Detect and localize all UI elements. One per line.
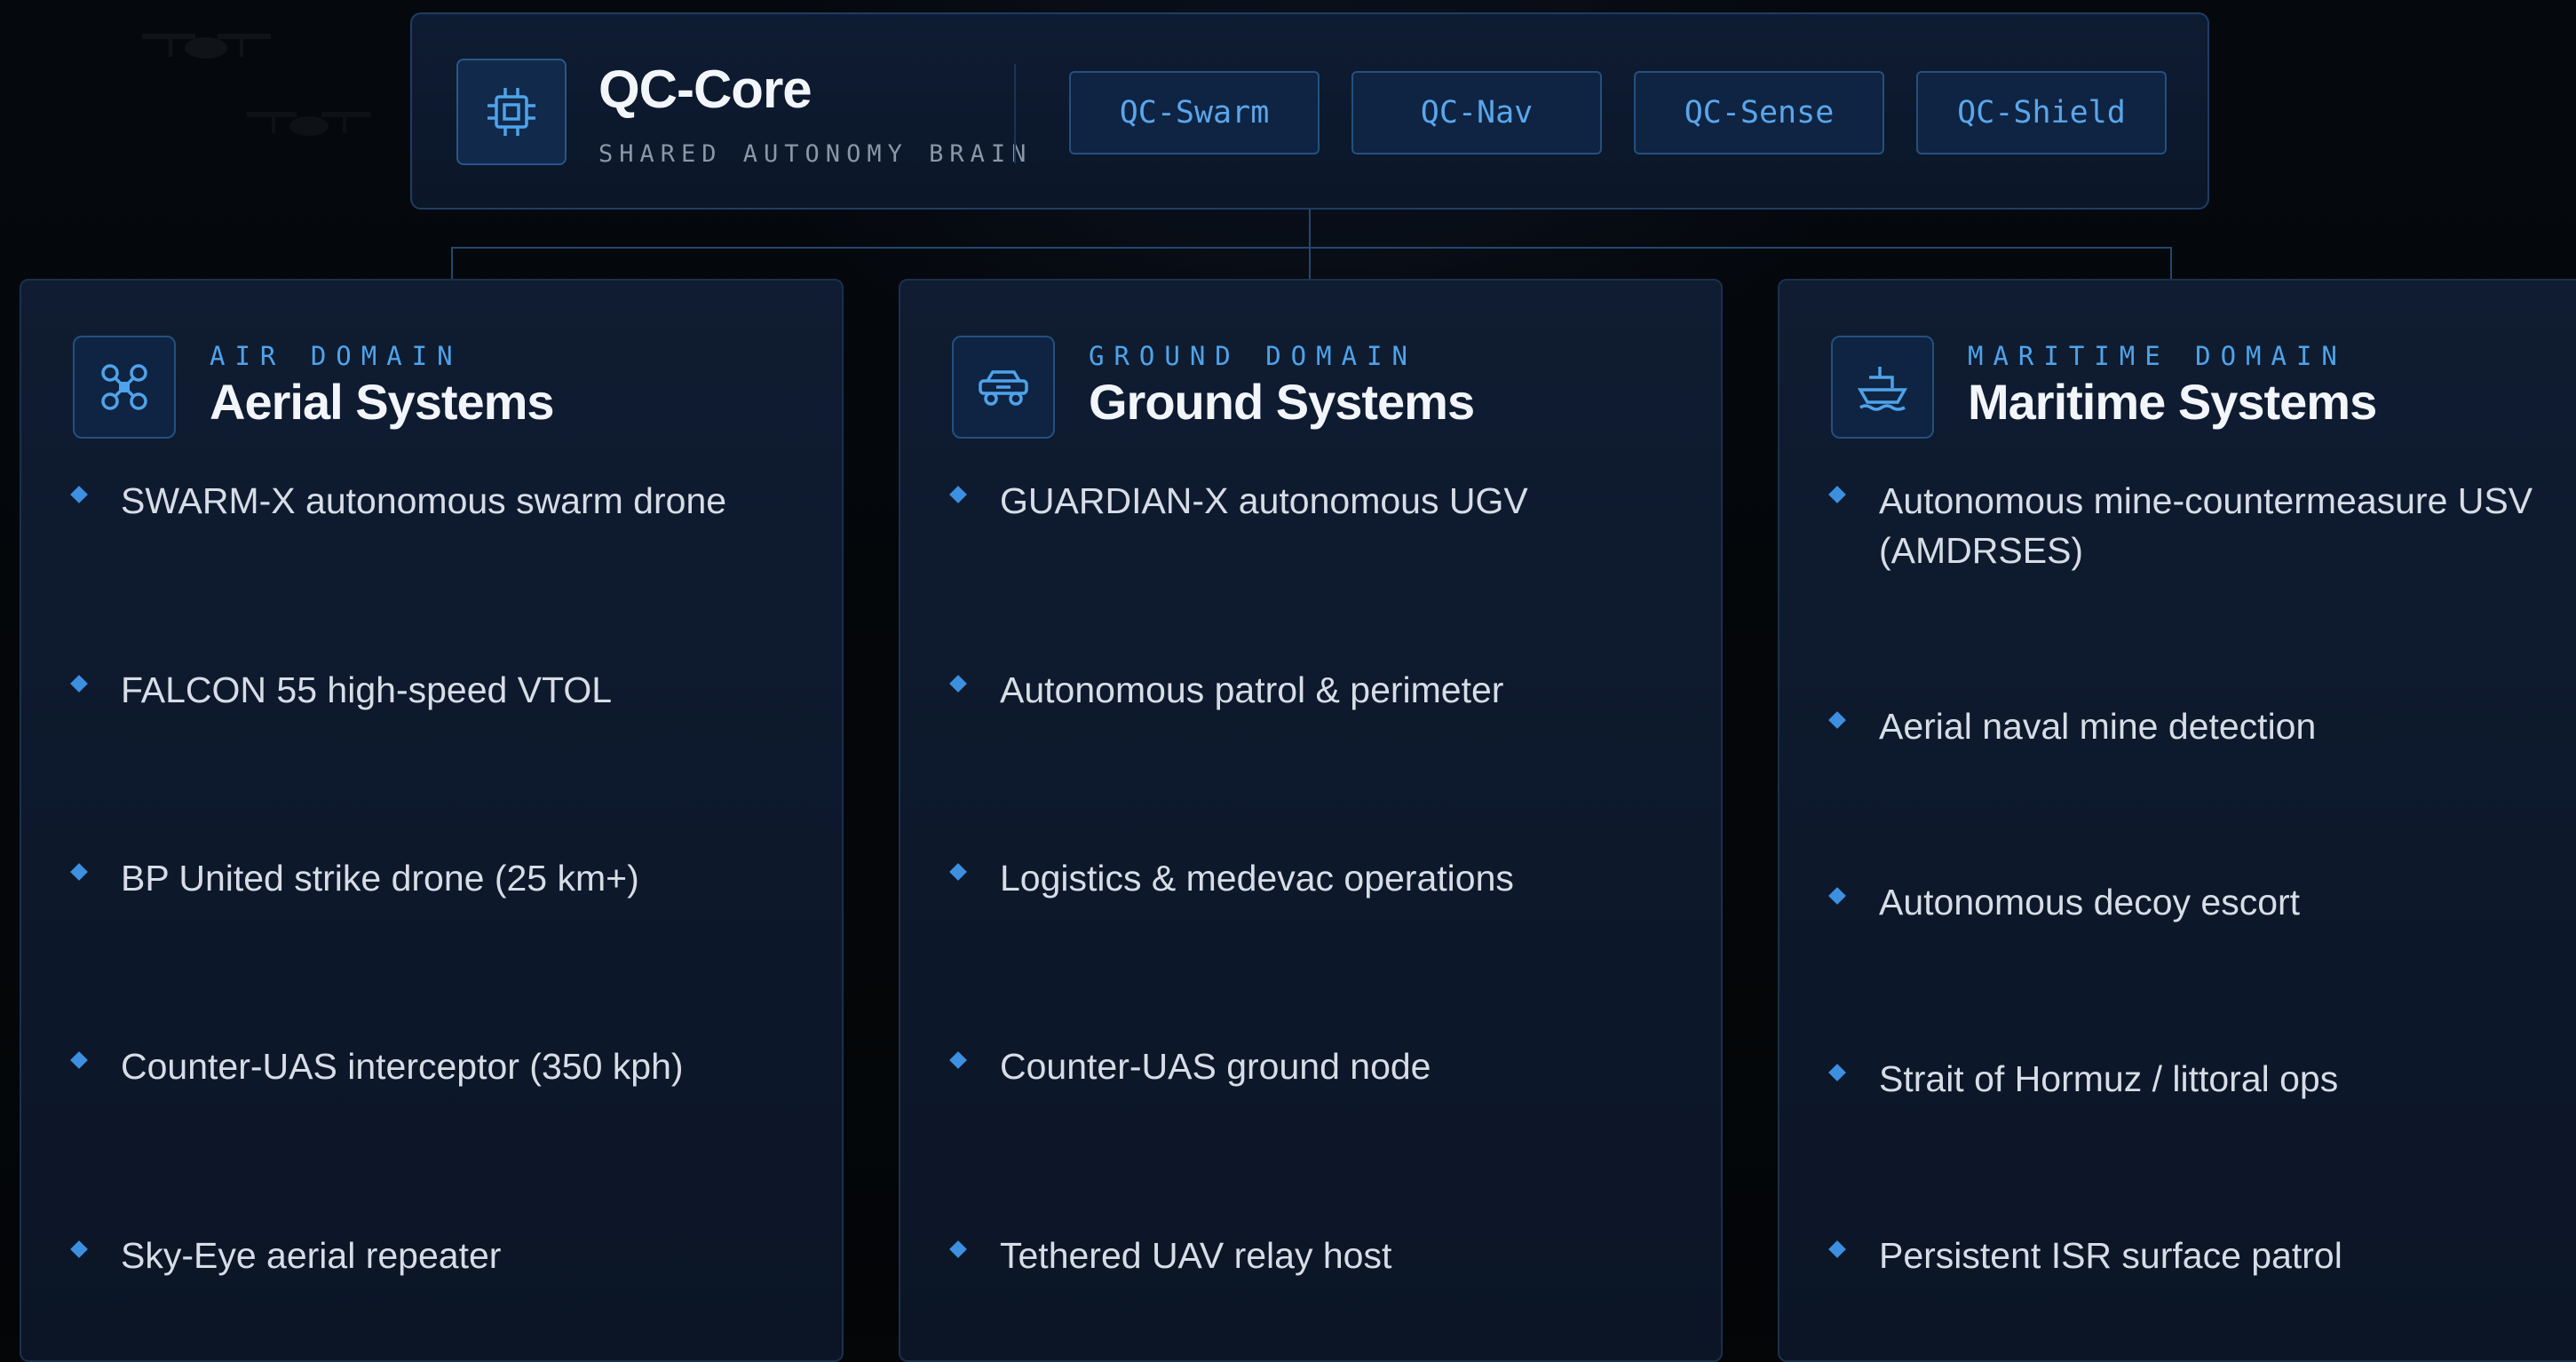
connector-trunk [1309, 210, 1311, 279]
list-item-text: GUARDIAN-X autonomous UGV [1000, 480, 1528, 521]
list-item-text: Logistics & medevac operations [1000, 858, 1514, 899]
module-chip-qc-nav[interactable]: QC-Nav [1351, 71, 1602, 154]
list-item: Persistent ISR surface patrol [1828, 1231, 2541, 1280]
list-item: Counter-UAS interceptor (350 kph) [70, 1041, 801, 1091]
background-drone-icon [142, 34, 271, 59]
list-item: GUARDIAN-X autonomous UGV [949, 476, 1680, 526]
ship-icon [1831, 336, 1934, 439]
bullet-diamond-icon [70, 1240, 88, 1258]
module-chip-qc-sense[interactable]: QC-Sense [1634, 71, 1884, 154]
list-item-text: SWARM-X autonomous swarm drone [121, 480, 727, 521]
list-item-text: FALCON 55 high-speed VTOL [121, 669, 613, 710]
bullet-diamond-icon [70, 486, 88, 503]
list-item: Aerial naval mine detection [1828, 701, 2541, 751]
background-drone-icon [247, 112, 371, 136]
list-item: Counter-UAS ground node [949, 1041, 1680, 1091]
list-item-text: Strait of Hormuz / littoral ops [1879, 1058, 2339, 1099]
divider [1014, 64, 1016, 163]
list-item-text: Counter-UAS ground node [1000, 1046, 1431, 1087]
list-item-text: Sky-Eye aerial repeater [121, 1235, 502, 1276]
domain-card-air: AIR DOMAIN Aerial Systems SWARM-X autono… [20, 279, 844, 1362]
list-item-text: Autonomous mine-countermeasure USV (AMDR… [1879, 480, 2533, 571]
list-item-text: Autonomous decoy escort [1879, 882, 2301, 923]
domain-title: Maritime Systems [1968, 374, 2377, 430]
domain-title: Aerial Systems [210, 374, 555, 430]
list-item-text: Counter-UAS interceptor (350 kph) [121, 1046, 684, 1087]
bullet-diamond-icon [949, 863, 967, 881]
bullet-diamond-icon [949, 486, 967, 503]
core-subtitle: SHARED AUTONOMY BRAIN [598, 140, 1033, 168]
module-chip-qc-shield[interactable]: QC-Shield [1916, 71, 2167, 154]
core-panel: QC-Core SHARED AUTONOMY BRAIN QC-Swarm Q… [410, 12, 2209, 210]
bullet-diamond-icon [1828, 1240, 1846, 1258]
drone-icon [73, 336, 176, 439]
list-item: FALCON 55 high-speed VTOL [70, 665, 801, 715]
bullet-diamond-icon [70, 675, 88, 693]
list-item: Autonomous patrol & perimeter [949, 665, 1680, 715]
list-item: SWARM-X autonomous swarm drone [70, 476, 801, 526]
module-chip-qc-swarm[interactable]: QC-Swarm [1069, 71, 1320, 154]
connector-drop-air [451, 247, 453, 279]
list-item-text: BP United strike drone (25 km+) [121, 858, 639, 899]
domain-card-maritime: MARITIME DOMAIN Maritime Systems Autonom… [1778, 279, 2576, 1362]
bullet-diamond-icon [949, 1240, 967, 1258]
domain-title: Ground Systems [1089, 374, 1475, 430]
core-title: QC-Core [598, 59, 812, 119]
domain-kicker: MARITIME DOMAIN [1968, 341, 2347, 371]
domain-kicker: AIR DOMAIN [210, 341, 463, 371]
domain-kicker: GROUND DOMAIN [1089, 341, 1417, 371]
bullet-diamond-icon [949, 1051, 967, 1069]
list-item: Tethered UAV relay host [949, 1231, 1680, 1280]
list-item: Logistics & medevac operations [949, 853, 1680, 903]
bullet-diamond-icon [949, 675, 967, 693]
list-item: Sky-Eye aerial repeater [70, 1231, 801, 1280]
cpu-chip-icon [456, 59, 567, 165]
bullet-diamond-icon [1828, 711, 1846, 729]
list-item-text: Tethered UAV relay host [1000, 1235, 1392, 1276]
bullet-diamond-icon [1828, 486, 1846, 503]
list-item: Strait of Hormuz / littoral ops [1828, 1054, 2541, 1104]
connector-drop-maritime [2170, 247, 2172, 279]
ground-vehicle-icon [952, 336, 1055, 439]
connector-bus [451, 247, 2172, 249]
bullet-diamond-icon [1828, 887, 1846, 905]
list-item-text: Persistent ISR surface patrol [1879, 1235, 2342, 1276]
list-item: Autonomous decoy escort [1828, 877, 2541, 927]
bullet-diamond-icon [70, 1051, 88, 1069]
bullet-diamond-icon [1828, 1064, 1846, 1081]
list-item-text: Autonomous patrol & perimeter [1000, 669, 1504, 710]
list-item: BP United strike drone (25 km+) [70, 853, 801, 903]
bullet-diamond-icon [70, 863, 88, 881]
domain-card-ground: GROUND DOMAIN Ground Systems GUARDIAN-X … [899, 279, 1723, 1362]
list-item: Autonomous mine-countermeasure USV (AMDR… [1828, 476, 2541, 575]
list-item-text: Aerial naval mine detection [1879, 706, 2317, 747]
